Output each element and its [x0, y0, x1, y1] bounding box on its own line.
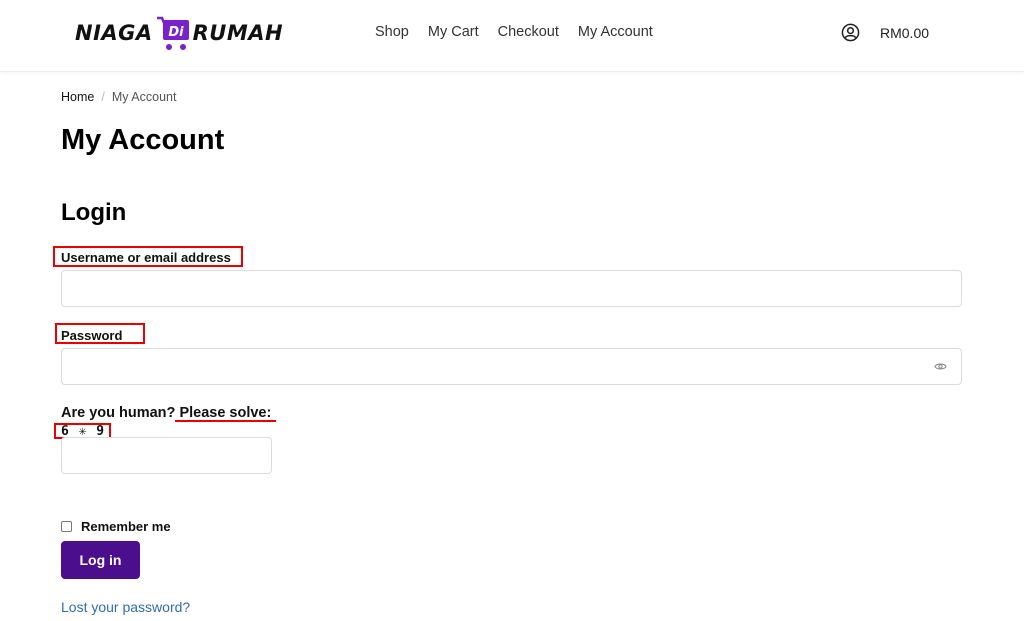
breadcrumb-separator: / [101, 90, 105, 104]
site-logo[interactable]: NIAGA Di RUMAH [75, 13, 283, 53]
logo-text-right: RUMAH [192, 21, 284, 45]
nav-shop[interactable]: Shop [375, 24, 409, 40]
login-heading: Login [61, 199, 127, 226]
logo-badge-text: Di [168, 25, 184, 40]
captcha-question: Are you human? Please solve: [61, 405, 271, 421]
remember-me-label[interactable]: Remember me [81, 519, 171, 534]
nav-checkout[interactable]: Checkout [498, 24, 559, 40]
password-label: Password [61, 328, 123, 343]
captcha-prompt: Please solve: [179, 405, 272, 421]
page-title: My Account [61, 124, 225, 156]
remember-me[interactable]: Remember me [61, 519, 171, 534]
annotation-underline-prompt [175, 420, 276, 422]
nav-my-account[interactable]: My Account [578, 24, 653, 40]
password-field-wrapper [61, 348, 962, 385]
logo-text-left: NIAGA [75, 21, 153, 45]
main-nav: Shop My Cart Checkout My Account [375, 24, 653, 40]
password-input[interactable] [62, 349, 961, 384]
username-field-wrapper [61, 270, 962, 307]
remember-me-checkbox[interactable] [61, 521, 72, 532]
cart-total[interactable]: RM0.00 [880, 25, 929, 41]
breadcrumb-home[interactable]: Home [61, 90, 94, 104]
captcha-answer-input[interactable] [62, 438, 271, 473]
captcha-field-wrapper [61, 437, 272, 474]
captcha-question-text: Are you human? [61, 405, 176, 421]
username-label: Username or email address [61, 250, 231, 265]
breadcrumb-current: My Account [111, 90, 177, 104]
breadcrumb: Home / My Account [61, 90, 176, 104]
lost-password-link[interactable]: Lost your password? [61, 599, 190, 615]
eye-icon[interactable] [934, 361, 947, 372]
username-input[interactable] [62, 271, 961, 306]
nav-my-cart[interactable]: My Cart [428, 24, 479, 40]
cart-logo-icon: Di [155, 14, 191, 52]
site-header: NIAGA Di RUMAH Shop My Cart Checkout My … [0, 0, 1024, 72]
user-circle-icon[interactable] [841, 23, 860, 42]
login-button[interactable]: Log in [61, 541, 140, 579]
